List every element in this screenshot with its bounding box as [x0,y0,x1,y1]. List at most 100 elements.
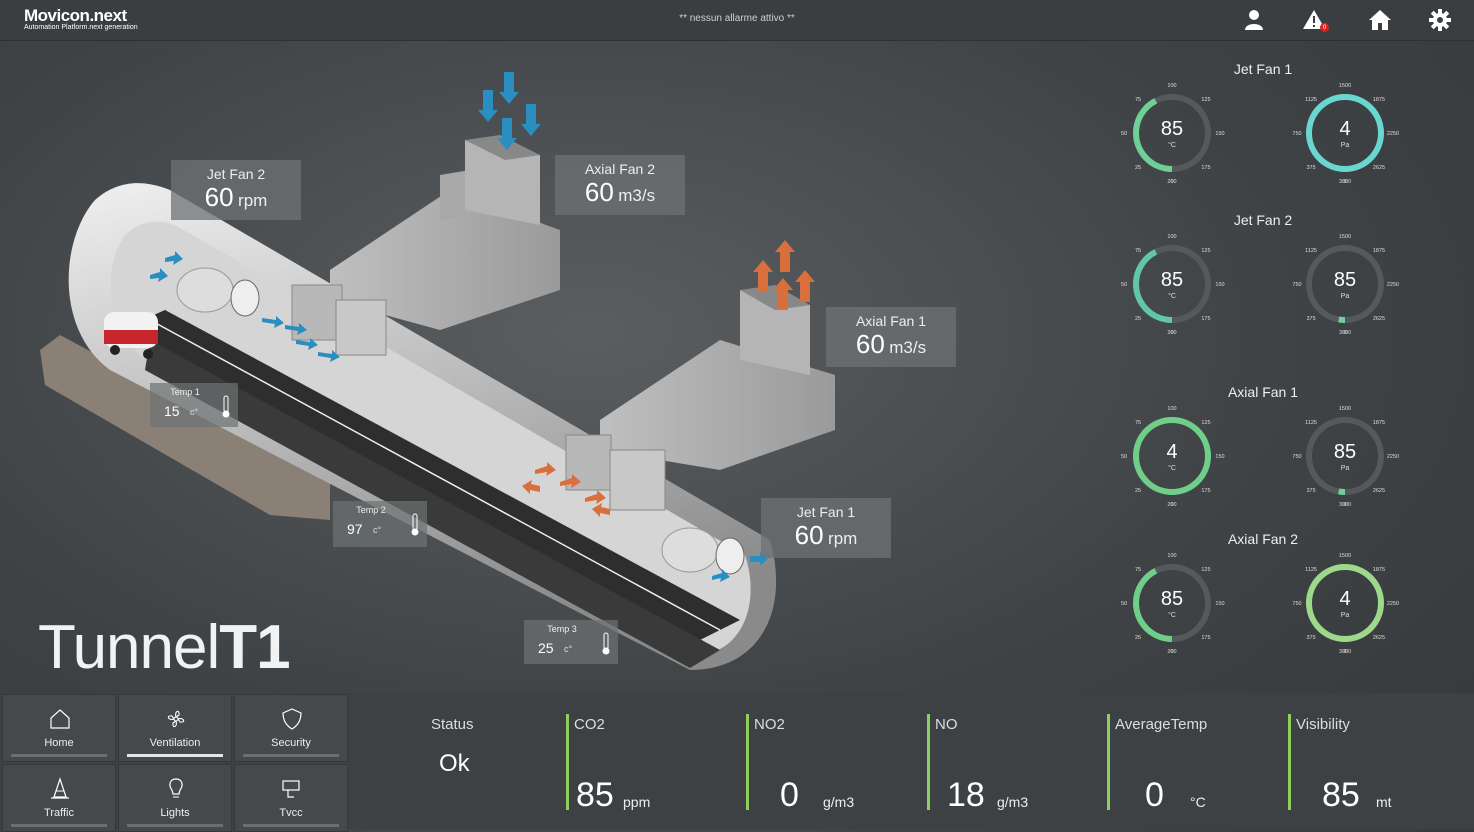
axial-fan-1-unit: m3/s [889,338,927,357]
gauge-tick-label: 25 [1135,488,1141,494]
jet-fan-1-title: Jet Fan 1 [796,504,856,520]
fan-icon [167,710,185,728]
axial-fan-1-panel[interactable]: Axial Fan 1 60 m3/s [826,307,956,367]
kpi-co2-label: CO2 [574,716,605,733]
temp-2-value: 97 [347,521,363,537]
gauge-value: 4 [1166,441,1177,463]
temperature-gauge: 0 25 50 75 100 125 150 175 200 4 °C [1117,401,1227,511]
nav-traffic[interactable]: Traffic [2,764,116,832]
lightbulb-icon [169,778,183,798]
pressure-gauge: 0 375 750 1125 1500 1875 2250 2625 3000 4 Pa [1290,78,1400,188]
gauge-tick-label: 375 [1306,635,1315,641]
gauge-tick-label: 1125 [1305,567,1317,573]
axial-fan-2-panel[interactable]: Axial Fan 2 60 m3/s [555,155,685,215]
temp-3-unit: c° [564,644,573,654]
gauge-tick-label: 1125 [1305,420,1317,426]
gauge-tick-label: 375 [1306,165,1315,171]
pressure-gauge: 0 375 750 1125 1500 1875 2250 2625 3000 85 Pa [1290,401,1400,511]
gauge-group-title: Jet Fan 2 [1233,212,1293,228]
gauge-unit: °C [1168,292,1176,300]
temp-1-value: 15 [164,403,180,419]
kpi-no2-value: 0 [780,776,799,814]
nav-ventilation[interactable]: Ventilation [118,694,232,762]
gauge-tick-label: 75 [1135,567,1141,573]
gauge-tick-label: 175 [1201,488,1210,494]
gauge-tick-label: 3000 [1339,330,1351,336]
gear-icon[interactable] [1428,8,1452,32]
gauge-tick-label: 3000 [1339,179,1351,185]
gauge-tick-label: 2250 [1387,601,1399,607]
axial-fan-2-value: 60 [584,177,614,207]
gauge-tick-label: 50 [1121,454,1127,460]
temperature-gauge: 0 25 50 75 100 125 150 175 200 85 °C [1117,229,1227,339]
temp-1-panel[interactable]: Temp 1 15 c° [150,383,238,427]
jet-fan-2-title: Jet Fan 2 [206,166,266,182]
gauge-tick-label: 175 [1201,165,1210,171]
nav-home[interactable]: Home [2,694,116,762]
nav-security[interactable]: Security [234,694,348,762]
temp-2-unit: c° [373,525,382,535]
gauge-tick-label: 150 [1215,601,1224,607]
nav-home-label: Home [44,737,74,749]
status-value: Ok [439,750,470,777]
gauge-tick-label: 1125 [1305,248,1317,254]
gauge-tick-label: 2625 [1373,316,1385,322]
gauge-tick-label: 2625 [1373,488,1385,494]
gauge-tick-label: 150 [1215,131,1224,137]
gauge-tick-label: 1500 [1339,234,1351,240]
gauge-tick-label: 25 [1135,316,1141,322]
nav-lights[interactable]: Lights [118,764,232,832]
gauge-value: 85 [1161,269,1183,291]
kpi-co2-unit: ppm [623,794,651,810]
gauge-tick-label: 100 [1167,406,1176,412]
home-icon[interactable] [1368,8,1392,32]
gauge-unit: Pa [1341,612,1350,619]
gauge-value: 85 [1161,118,1183,140]
thermometer-icon [411,513,419,536]
pressure-gauge: 0 375 750 1125 1500 1875 2250 2625 3000 4 Pa [1290,548,1400,658]
user-icon[interactable] [1242,8,1266,32]
jet-fan-2-panel[interactable]: Jet Fan 2 60 rpm [171,160,301,220]
gauge-tick-label: 200 [1167,179,1176,185]
axial-fan-2-title: Axial Fan 2 [584,161,656,177]
gauge-tick-label: 200 [1167,330,1176,336]
gauge-unit: °C [1168,611,1176,619]
thermometer-icon [222,395,230,418]
brand-tagline: Automation Platform.next generation [24,24,138,31]
nav-traffic-label: Traffic [44,807,74,819]
temp-3-value: 25 [538,640,554,656]
temperature-gauge: 0 25 50 75 100 125 150 175 200 85 °C [1117,78,1227,188]
alarm-icon[interactable]: 0 [1302,8,1329,32]
gauge-tick-label: 200 [1167,502,1176,508]
gauge-tick-label: 50 [1121,131,1127,137]
kpi-average-temp-unit: °C [1190,794,1206,810]
temp-3-panel[interactable]: Temp 3 25 c° [524,620,618,664]
kpi-no2-label: NO2 [754,716,785,733]
nav-tvcc[interactable]: Tvcc [234,764,348,832]
kpi-no2-unit: g/m3 [823,794,855,810]
kpi-average-temp-value: 0 [1145,776,1164,814]
gauge-value: 4 [1339,588,1350,610]
gauge-tick-label: 175 [1201,635,1210,641]
gauge-tick-label: 75 [1135,420,1141,426]
gauge-tick-label: 1500 [1339,83,1351,89]
gauge-tick-label: 125 [1201,420,1210,426]
kpi-no-label: NO [935,716,958,733]
gauge-tick-label: 125 [1201,97,1210,103]
gauge-tick-label: 3000 [1339,649,1351,655]
gauge-tick-label: 175 [1201,316,1210,322]
gauge-tick-label: 2625 [1373,165,1385,171]
jet-fan-1-unit: rpm [828,529,858,548]
gauge-tick-label: 50 [1121,601,1127,607]
axial-fan-1-title: Axial Fan 1 [855,313,927,329]
page-title: TunnelT1 [38,612,291,683]
thermometer-icon [602,632,610,655]
gauge-value: 4 [1339,118,1350,140]
gauge-tick-label: 750 [1292,282,1301,288]
jet-fan-1-panel[interactable]: Jet Fan 1 60 rpm [761,498,891,558]
kpi-visibility-unit: mt [1376,794,1392,810]
gauge-tick-label: 75 [1135,248,1141,254]
temp-2-panel[interactable]: Temp 2 97 c° [333,501,427,547]
nav-ventilation-label: Ventilation [149,737,201,749]
kpi-no-value: 18 [947,776,985,814]
